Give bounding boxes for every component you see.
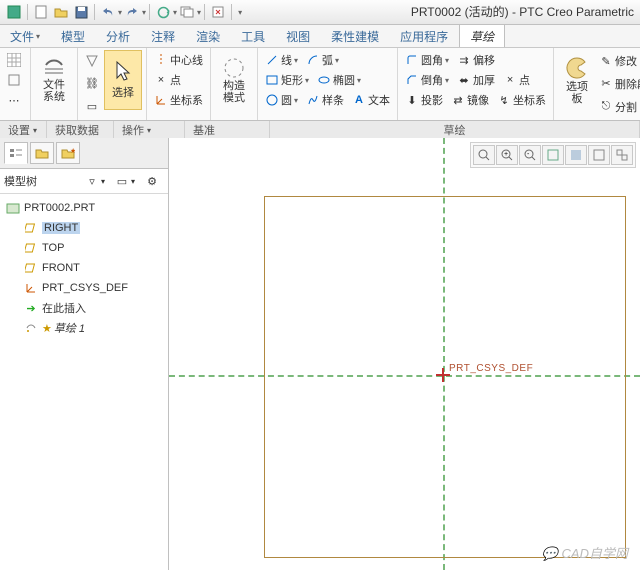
select-button[interactable]: 选择 <box>104 50 142 110</box>
zoom-in-icon[interactable]: + <box>496 145 518 165</box>
svg-text:+: + <box>504 151 508 158</box>
windows-icon[interactable] <box>178 3 196 21</box>
sel-chain-icon[interactable]: ⛓ <box>82 76 104 92</box>
regen-icon[interactable] <box>154 3 172 21</box>
graphics-canvas[interactable]: + - PRT_CSYS_DEF 💬 CAD自学网 <box>169 138 640 570</box>
new-icon[interactable] <box>32 3 50 21</box>
pt-button[interactable]: ×点 <box>500 71 533 89</box>
tree-csys[interactable]: PRT_CSYS_DEF <box>2 278 166 298</box>
arc-button[interactable]: 弧▾ <box>303 51 342 69</box>
menu-annotate[interactable]: 注释 <box>141 25 186 47</box>
palette-button[interactable]: 选项 板 <box>558 50 596 110</box>
menu-model[interactable]: 模型 <box>51 25 96 47</box>
tree-insert-here[interactable]: ➔在此插入 <box>2 298 166 318</box>
menu-sketch[interactable]: 草绘 <box>459 25 505 47</box>
redo-icon[interactable] <box>123 3 141 21</box>
fillet-button[interactable]: 圆角▾ <box>402 51 452 69</box>
menu-analysis[interactable]: 分析 <box>96 25 141 47</box>
window-title: PRT0002 (活动的) - PTC Creo Parametric <box>411 3 634 20</box>
views-icon[interactable] <box>611 145 633 165</box>
cs-button[interactable]: ↯坐标系 <box>494 91 549 109</box>
refit-icon[interactable] <box>542 145 564 165</box>
tree-header-label: 模型树 <box>4 173 37 189</box>
tree-tab-folder[interactable] <box>30 142 54 164</box>
model-tree-panel: ★ 模型树 ▿▾ ▭▾ ⚙ PRT0002.PRT RIGHT TOP FRON… <box>0 138 169 570</box>
tree-sketch-1[interactable]: ★草绘 1 <box>2 318 166 338</box>
menu-app[interactable]: 应用程序 <box>390 25 459 47</box>
ref-icon[interactable] <box>4 72 26 88</box>
rect-button[interactable]: 矩形▾ <box>262 71 312 89</box>
tree-show-icon[interactable]: ▭▾ <box>112 173 138 189</box>
zoom-out-icon[interactable]: - <box>519 145 541 165</box>
watermark: 💬 CAD自学网 <box>542 543 628 562</box>
delseg-button[interactable]: ✂删除段 <box>596 75 640 93</box>
split-button[interactable]: ⎋分割 <box>596 98 640 116</box>
save-icon[interactable] <box>72 3 90 21</box>
sel-all-icon[interactable]: ▭ <box>82 99 104 115</box>
menu-file[interactable]: 文件▾ <box>0 25 51 47</box>
construction-mode-button[interactable]: 构造 模式 <box>215 50 253 110</box>
project-button[interactable]: ⬇投影 <box>402 91 446 109</box>
open-icon[interactable] <box>52 3 70 21</box>
csys-label: PRT_CSYS_DEF <box>449 363 533 374</box>
view-toolbar: + - <box>470 142 636 168</box>
mirror-button[interactable]: ⇄镜像 <box>448 91 492 109</box>
group-datum[interactable]: 基准 <box>185 121 270 139</box>
grid-icon[interactable] <box>4 52 26 68</box>
tree-top-plane[interactable]: TOP <box>2 238 166 258</box>
close-icon[interactable] <box>209 3 227 21</box>
nohidden-icon[interactable] <box>588 145 610 165</box>
ribbon: ⋯ 文件 系统 ⛓ ▭ 选择 中心线 ×点 坐标系 构造 模式 线▾ 弧▾ 矩形… <box>0 48 640 121</box>
group-ops[interactable]: 操作▾ <box>114 121 185 139</box>
menu-bar: 文件▾ 模型 分析 注释 渲染 工具 视图 柔性建模 应用程序 草绘 <box>0 25 640 48</box>
group-sketch[interactable]: 草绘 <box>270 121 640 139</box>
tree-tab-fav[interactable]: ★ <box>56 142 80 164</box>
tree-root[interactable]: PRT0002.PRT <box>2 198 166 218</box>
svg-text:★: ★ <box>70 147 75 155</box>
shade-icon[interactable] <box>565 145 587 165</box>
centerline-button[interactable]: 中心线 <box>151 51 206 69</box>
filesys-button[interactable]: 文件 系统 <box>35 50 73 110</box>
group-getdata[interactable]: 获取数据 <box>47 121 114 139</box>
undo-icon[interactable] <box>99 3 117 21</box>
modify-button[interactable]: ✎修改 <box>596 52 640 70</box>
spline-button[interactable]: 样条 <box>303 91 347 109</box>
menu-flex[interactable]: 柔性建模 <box>321 25 390 47</box>
circle-button[interactable]: 圆▾ <box>262 91 301 109</box>
ellipse-button[interactable]: 椭圆▾ <box>314 71 364 89</box>
opts-icon[interactable]: ⋯ <box>4 92 26 108</box>
offset-button[interactable]: ⇉偏移 <box>454 51 498 69</box>
svg-text:-: - <box>527 151 530 158</box>
menu-render[interactable]: 渲染 <box>186 25 231 47</box>
tree-right-plane[interactable]: RIGHT <box>2 218 166 238</box>
menu-view[interactable]: 视图 <box>276 25 321 47</box>
chamfer-button[interactable]: 倒角▾ <box>402 71 452 89</box>
menu-tools[interactable]: 工具 <box>231 25 276 47</box>
tree-front-plane[interactable]: FRONT <box>2 258 166 278</box>
quick-access-toolbar: ▾ ▾ ▾ ▾ ▾ PRT0002 (活动的) - PTC Creo Param… <box>0 0 640 25</box>
tree-tab-model[interactable] <box>4 142 28 164</box>
tree-filter-icon[interactable]: ▿▾ <box>82 173 108 189</box>
point-button[interactable]: ×点 <box>151 71 184 89</box>
line-button[interactable]: 线▾ <box>262 51 301 69</box>
coordsys-button[interactable]: 坐标系 <box>151 91 206 109</box>
sel-filter-icon[interactable] <box>82 53 104 69</box>
app-icon[interactable] <box>5 3 23 21</box>
zoom-fit-icon[interactable] <box>473 145 495 165</box>
group-setup[interactable]: 设置▾ <box>0 121 47 139</box>
origin-marker <box>440 372 446 378</box>
thicken-button[interactable]: ⬌加厚 <box>454 71 498 89</box>
text-button[interactable]: A文本 <box>349 91 393 109</box>
tree-settings-icon[interactable]: ⚙ <box>142 173 164 189</box>
